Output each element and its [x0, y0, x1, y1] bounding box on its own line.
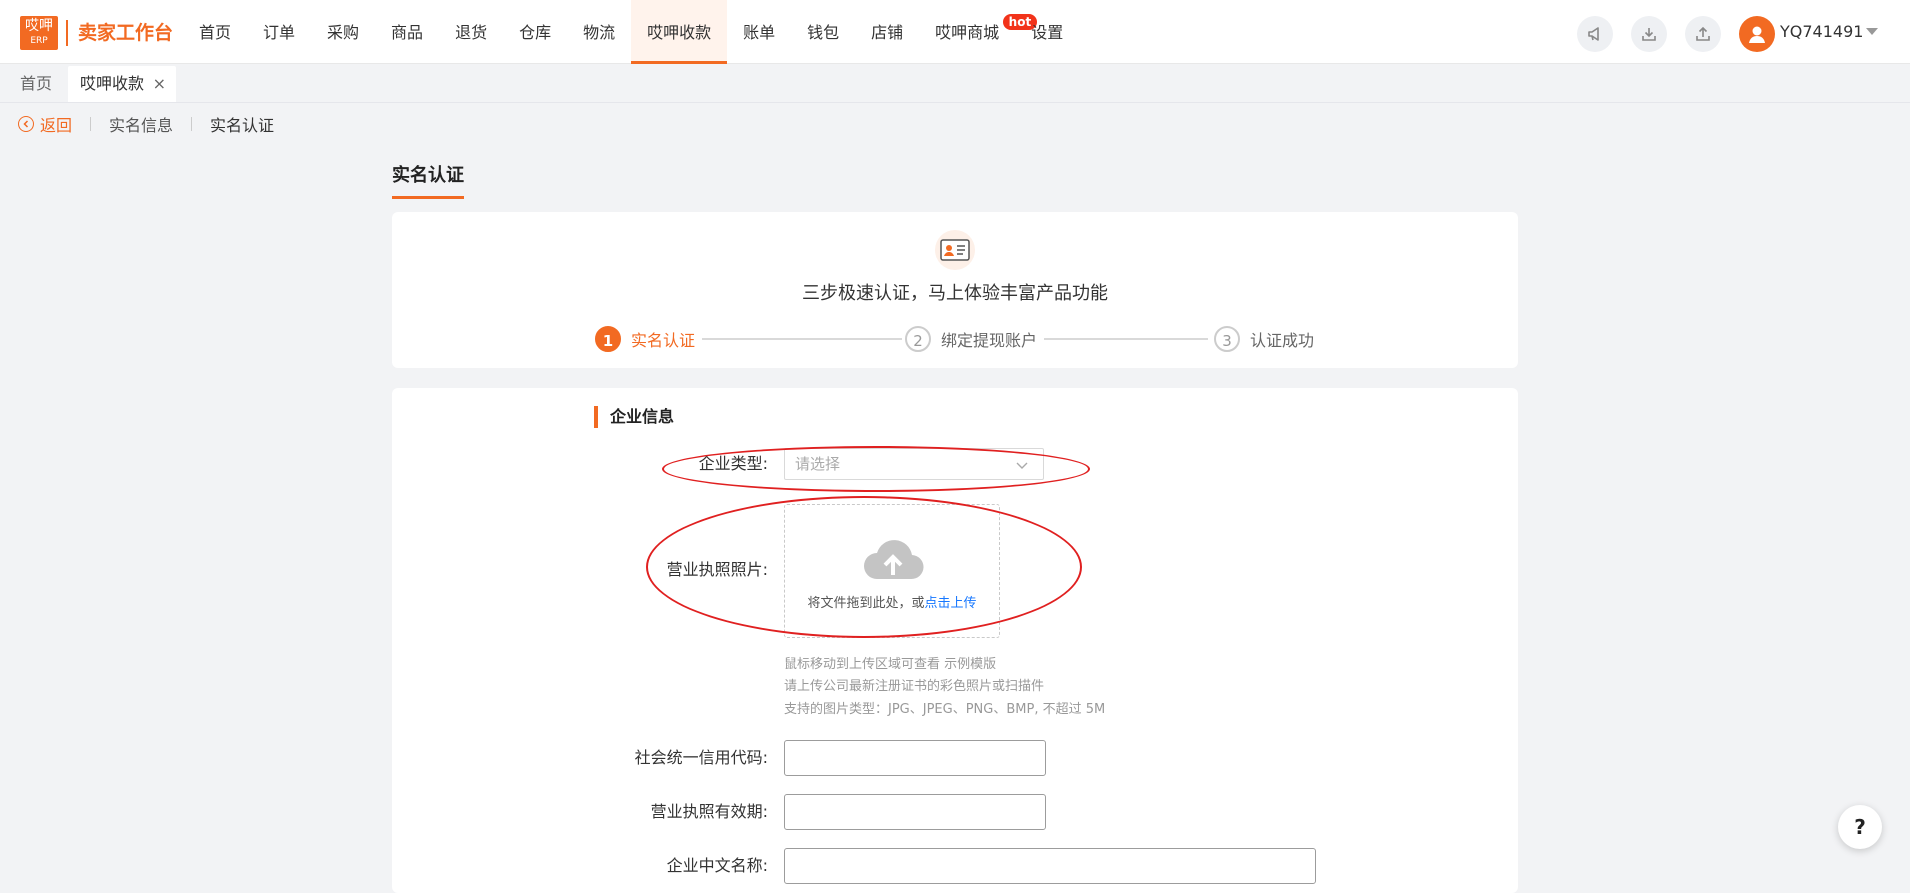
user-avatar-icon[interactable] [1739, 16, 1775, 52]
username[interactable]: YQ741491 [1780, 20, 1863, 44]
chevron-down-icon[interactable] [1866, 28, 1878, 35]
page-title: 实名认证 [392, 162, 464, 199]
credit-code-label: 社会统一信用代码: [634, 748, 768, 767]
logo-text: 哎呷 [25, 18, 53, 34]
nav-item-settings[interactable]: 设置 [1015, 0, 1079, 64]
nav-item-orders[interactable]: 订单 [247, 0, 311, 64]
nav-item-payments[interactable]: 哎呷收款 [631, 0, 728, 64]
upload-hint-3: 支持的图片类型：JPG、JPEG、PNG、BMP, 不超过 5M [784, 702, 1106, 717]
nav-item-mall-label: 哎呷商城 [935, 23, 1000, 42]
step-1-label: 实名认证 [631, 331, 696, 350]
help-button[interactable]: ? [1838, 805, 1882, 849]
nav-item-returns[interactable]: 退货 [439, 0, 503, 64]
company-cn-name-input[interactable] [784, 848, 1316, 884]
step-2-label: 绑定提现账户 [941, 331, 1038, 350]
tab-payments[interactable]: 哎呷收款 × [68, 66, 177, 102]
nav-item-store[interactable]: 店铺 [855, 0, 919, 64]
company-cn-name-label: 企业中文名称: [666, 856, 768, 875]
nav-item-logistics[interactable]: 物流 [567, 0, 631, 64]
nav-item-products[interactable]: 商品 [375, 0, 439, 64]
breadcrumb: 返回 实名信息 实名认证 [18, 112, 274, 136]
top-nav-bar: 哎呷 ERP 卖家工作台 首页 订单 采购 商品 退货 仓库 物流 哎呷收款 账… [0, 0, 1910, 64]
upload-hint-2: 请上传公司最新注册证书的彩色照片或扫描件 [784, 679, 1045, 694]
download-icon[interactable] [1631, 16, 1667, 52]
nav-item-warehouse[interactable]: 仓库 [503, 0, 567, 64]
step-2: 2 绑定提现账户 [905, 324, 1037, 354]
upload-icon[interactable] [1685, 16, 1721, 52]
slogan: 三步极速认证，马上体验丰富产品功能 [802, 283, 1108, 304]
breadcrumb-realname-auth: 实名认证 [210, 116, 275, 135]
step-3-number: 3 [1214, 326, 1240, 352]
megaphone-icon[interactable] [1577, 16, 1613, 52]
brand-title: 卖家工作台 [66, 20, 173, 46]
step-2-number: 2 [905, 326, 931, 352]
license-validity-label: 营业执照有效期: [650, 802, 768, 821]
breadcrumb-divider [90, 117, 92, 131]
step-connector [1044, 338, 1208, 340]
step-3-label: 认证成功 [1250, 331, 1315, 350]
breadcrumb-realname-info[interactable]: 实名信息 [109, 112, 173, 136]
id-card-icon [935, 230, 975, 270]
step-3: 3 认证成功 [1214, 324, 1314, 354]
nav-item-mall[interactable]: 哎呷商城 hot [919, 0, 1038, 64]
upload-hint-1: 鼠标移动到上传区域可查看 示例模版 [784, 657, 997, 672]
nav-item-wallet[interactable]: 钱包 [791, 0, 855, 64]
license-validity-input[interactable] [784, 794, 1046, 830]
tab-home[interactable]: 首页 [8, 66, 64, 102]
step-1-number: 1 [595, 326, 621, 352]
main-nav: 首页 订单 采购 商品 退货 仓库 物流 哎呷收款 账单 钱包 店铺 哎呷商城 … [183, 0, 1079, 64]
breadcrumb-divider [191, 117, 193, 131]
app-logo[interactable]: 哎呷 ERP [20, 16, 58, 50]
back-label: 返回 [40, 116, 73, 135]
tab-payments-label: 哎呷收款 [80, 74, 145, 93]
logo-subtext: ERP [30, 36, 48, 46]
annotation-oval-license-upload [646, 496, 1082, 638]
nav-item-bills[interactable]: 账单 [727, 0, 791, 64]
steps-card: 三步极速认证，马上体验丰富产品功能 1 实名认证 2 绑定提现账户 3 认证成功 [392, 212, 1518, 368]
back-button[interactable]: 返回 [18, 112, 72, 136]
annotation-oval-company-type [662, 446, 1090, 492]
close-icon[interactable]: × [153, 66, 166, 102]
nav-item-home[interactable]: 首页 [183, 0, 247, 64]
tab-bar: 首页 哎呷收款 × [0, 64, 1910, 103]
step-1: 1 实名认证 [595, 324, 695, 354]
step-connector [702, 338, 902, 340]
credit-code-input[interactable] [784, 740, 1046, 776]
back-arrow-icon [18, 116, 34, 132]
nav-item-purchase[interactable]: 采购 [311, 0, 375, 64]
section-title: 企业信息 [594, 406, 674, 428]
